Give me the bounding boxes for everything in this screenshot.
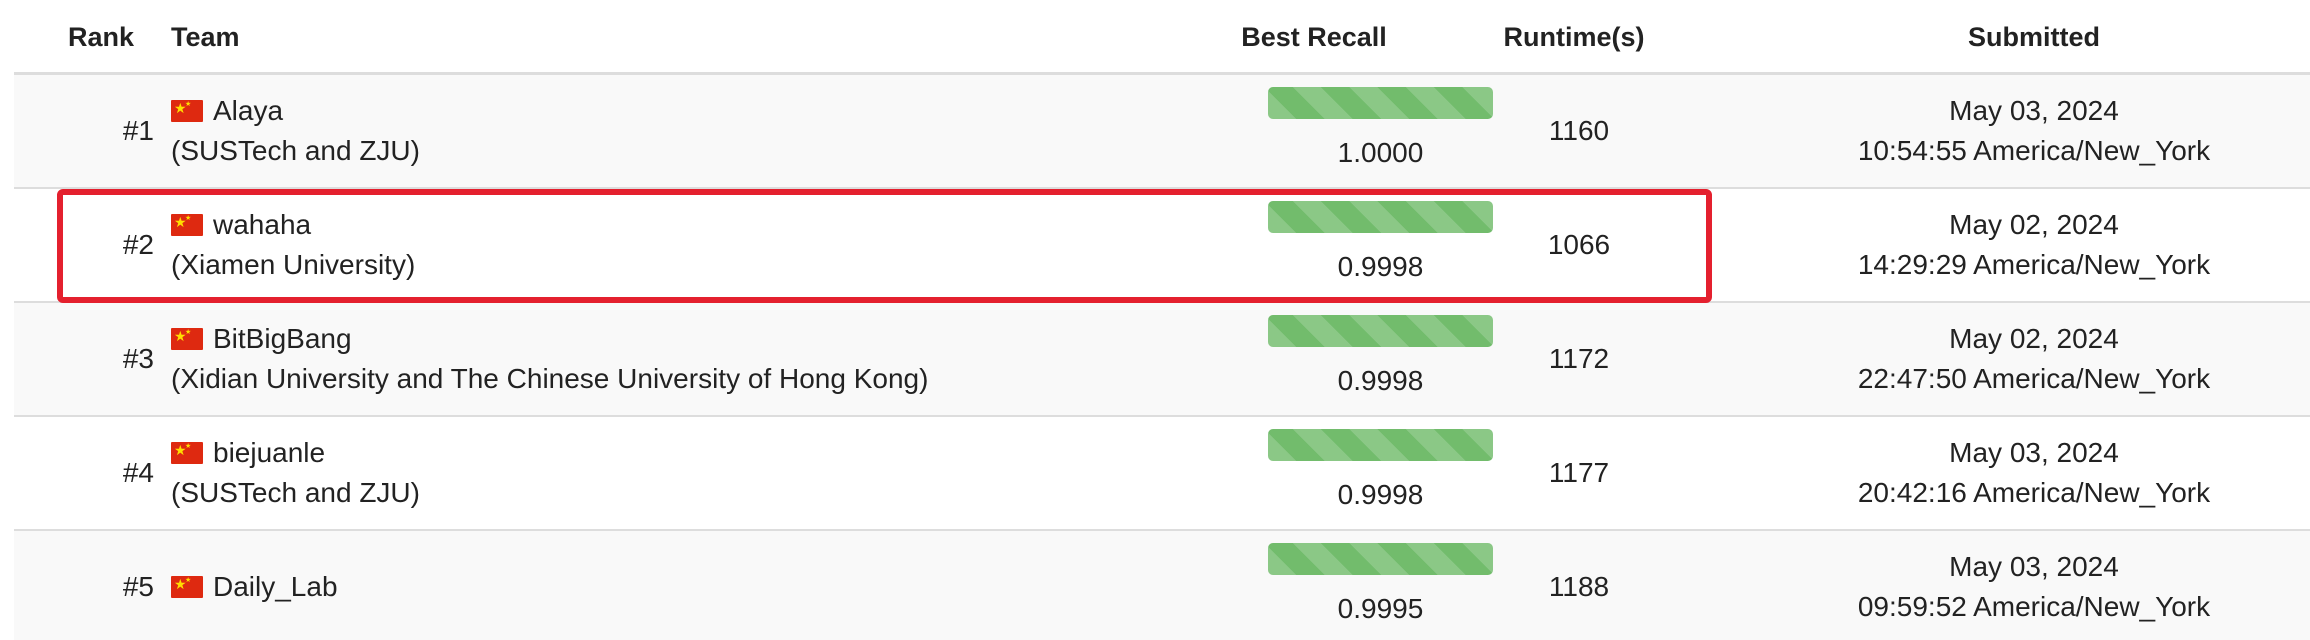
table-row: #3 ★ ★ BitBigBang (Xidian University and … xyxy=(14,303,2310,417)
header-submitted[interactable]: Submitted xyxy=(1834,22,2234,53)
rank-cell: #2 xyxy=(122,229,154,260)
runtime-value: 1160 xyxy=(1548,115,1610,146)
table-row: #1 ★ ★ Alaya (SUSTech and ZJU) 1.0000 116… xyxy=(14,75,2310,189)
recall-value: 0.9995 xyxy=(1337,593,1424,624)
team-affiliation: (Xiamen University) xyxy=(171,249,416,280)
header-rank[interactable]: Rank xyxy=(68,22,134,53)
runtime-value: 1066 xyxy=(1547,229,1611,260)
rank-cell: #1 xyxy=(122,115,154,146)
china-flag-icon: ★ ★ xyxy=(171,576,203,598)
header-best-recall[interactable]: Best Recall xyxy=(1214,22,1414,53)
rank-cell: #5 xyxy=(122,571,154,602)
table-header: Rank Team Best Recall Runtime(s) Submitt… xyxy=(14,0,2310,75)
china-flag-icon: ★ ★ xyxy=(171,100,203,122)
submitted-time: 09:59:52 America/New_York xyxy=(1857,591,2211,622)
recall-value: 1.0000 xyxy=(1337,137,1424,168)
team-name: wahaha xyxy=(213,209,312,240)
rank-cell: #4 xyxy=(122,457,154,488)
recall-progress-bar xyxy=(1268,429,1493,461)
runtime-value: 1177 xyxy=(1548,457,1610,488)
submitted-date: May 02, 2024 xyxy=(1949,209,2119,240)
recall-progress-bar xyxy=(1268,87,1493,119)
china-flag-icon: ★ ★ xyxy=(171,214,203,236)
submitted-date: May 03, 2024 xyxy=(1949,95,2119,126)
table-row: #5 ★ ★ Daily_Lab 0.9995 1188 May 03, 2024… xyxy=(14,531,2310,640)
submitted-date: May 03, 2024 xyxy=(1949,437,2119,468)
submitted-date: May 03, 2024 xyxy=(1949,551,2119,582)
submitted-time: 14:29:29 America/New_York xyxy=(1857,249,2211,280)
team-affiliation: (SUSTech and ZJU) xyxy=(171,477,420,508)
submitted-time: 10:54:55 America/New_York xyxy=(1857,135,2211,166)
recall-value: 0.9998 xyxy=(1337,365,1424,396)
runtime-value: 1172 xyxy=(1548,343,1610,374)
table-row: #2 ★ ★ wahaha (Xiamen University) 0.9998 … xyxy=(14,189,2310,303)
china-flag-icon: ★ ★ xyxy=(171,328,203,350)
recall-value: 0.9998 xyxy=(1337,251,1424,282)
header-team[interactable]: Team xyxy=(171,22,240,53)
team-name: BitBigBang xyxy=(213,323,352,354)
rank-cell: #3 xyxy=(122,343,154,374)
team-affiliation: (SUSTech and ZJU) xyxy=(171,135,420,166)
team-name: Daily_Lab xyxy=(213,571,338,602)
table-row: #4 ★ ★ biejuanle (SUSTech and ZJU) 0.9998… xyxy=(14,417,2310,531)
recall-progress-bar xyxy=(1268,543,1493,575)
header-runtime[interactable]: Runtime(s) xyxy=(1474,22,1674,53)
china-flag-icon: ★ ★ xyxy=(171,442,203,464)
runtime-value: 1188 xyxy=(1548,571,1610,602)
team-name: biejuanle xyxy=(213,437,326,468)
team-affiliation: (Xidian University and The Chinese Unive… xyxy=(171,363,929,394)
leaderboard-table: Rank Team Best Recall Runtime(s) Submitt… xyxy=(14,0,2310,640)
submitted-date: May 02, 2024 xyxy=(1949,323,2119,354)
recall-value: 0.9998 xyxy=(1337,479,1424,510)
team-name: Alaya xyxy=(213,95,284,126)
submitted-time: 22:47:50 America/New_York xyxy=(1857,363,2211,394)
submitted-time: 20:42:16 America/New_York xyxy=(1857,477,2211,508)
recall-progress-bar xyxy=(1268,315,1493,347)
recall-progress-bar xyxy=(1268,201,1493,233)
